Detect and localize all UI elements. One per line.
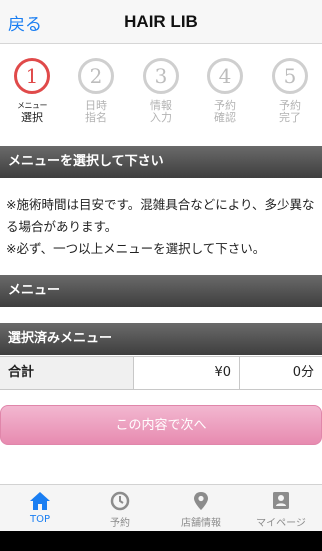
step-3-number: 3 bbox=[143, 58, 179, 94]
profile-card-icon bbox=[273, 492, 289, 509]
total-price: ¥0 bbox=[133, 357, 239, 389]
tab-reservation-label: 予約 bbox=[110, 518, 130, 529]
location-pin-icon bbox=[194, 492, 208, 510]
notice-text: ※施術時間は目安です。混雑具合などにより、多少異なる場合があります。 ※必ず、一… bbox=[0, 190, 322, 264]
step-4: 4 予約 確認 bbox=[200, 58, 250, 124]
total-label: 合計 bbox=[8, 365, 35, 380]
next-button[interactable]: この内容で次へ bbox=[0, 405, 322, 445]
clock-icon bbox=[110, 491, 130, 511]
step-3-label-line2: 入力 bbox=[150, 111, 172, 124]
step-indicator: 1 メニュー 選択 2 日時 指名 3 情報 入力 4 予約 確認 5 予約 完了 bbox=[0, 44, 322, 146]
tab-mypage-label: マイページ bbox=[256, 518, 306, 529]
section-header-selected-menu: 選択済みメニュー bbox=[0, 323, 322, 355]
total-time: 0分 bbox=[239, 357, 322, 389]
step-5-number: 5 bbox=[272, 58, 308, 94]
step-2-label-line2: 指名 bbox=[85, 111, 107, 124]
nav-header: 戻る HAIR LIB bbox=[0, 0, 322, 44]
tab-store-info[interactable]: 店舗情報 bbox=[161, 485, 241, 532]
step-5: 5 予約 完了 bbox=[265, 58, 315, 124]
home-icon bbox=[30, 492, 50, 510]
tab-top-label: TOP bbox=[29, 514, 50, 525]
step-5-label-line2: 完了 bbox=[279, 111, 301, 124]
notice-line-1: ※施術時間は目安です。混雑具合などにより、多少異なる場合があります。 bbox=[6, 197, 315, 234]
step-1: 1 メニュー 選択 bbox=[7, 58, 57, 124]
step-4-label-line2: 確認 bbox=[214, 111, 236, 124]
section-header-menu: メニュー bbox=[0, 275, 322, 307]
total-row: 合計 ¥0 0分 bbox=[0, 356, 322, 390]
step-3: 3 情報 入力 bbox=[136, 58, 186, 124]
step-2: 2 日時 指名 bbox=[71, 58, 121, 124]
page-title: HAIR LIB bbox=[124, 12, 198, 31]
tab-bar: TOP 予約 店舗情報 マイページ bbox=[0, 484, 322, 531]
step-1-number: 1 bbox=[14, 58, 50, 94]
notice-line-2: ※必ず、一つ以上メニューを選択して下さい。 bbox=[6, 241, 266, 256]
step-2-number: 2 bbox=[78, 58, 114, 94]
tab-store-info-label: 店舗情報 bbox=[181, 518, 221, 529]
tab-mypage[interactable]: マイページ bbox=[241, 485, 321, 532]
step-1-label-line2: 選択 bbox=[21, 111, 43, 124]
section-header-select-menu: メニューを選択して下さい bbox=[0, 146, 322, 178]
tab-top[interactable]: TOP bbox=[0, 485, 80, 532]
tab-reservation[interactable]: 予約 bbox=[80, 485, 160, 532]
step-4-number: 4 bbox=[207, 58, 243, 94]
bottom-strip bbox=[0, 531, 322, 551]
